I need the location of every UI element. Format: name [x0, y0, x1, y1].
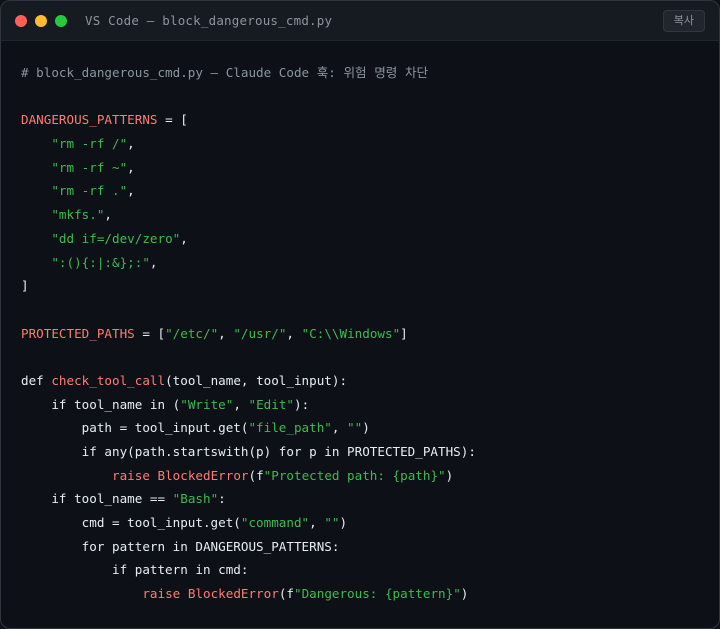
code-line: "rm -rf /", [21, 132, 476, 156]
window-title: VS Code — block_dangerous_cmd.py [85, 13, 333, 28]
code-token-default: , [149, 254, 158, 270]
close-window-dot[interactable] [15, 15, 27, 27]
maximize-window-dot[interactable] [55, 15, 67, 27]
code-token-default: (tool_name, tool_input): [165, 372, 348, 388]
code-line: ":(){:|:&};:", [21, 251, 476, 275]
code-token-default [21, 160, 51, 175]
code-token-default: : [218, 491, 226, 507]
code-line: ] [21, 274, 476, 298]
code-line: path = tool_input.get("file_path", "") [21, 416, 476, 440]
code-token-string: "Edit" [248, 396, 294, 412]
code-line: def check_tool_call(tool_name, tool_inpu… [21, 369, 476, 393]
code-token-default: (f [278, 586, 294, 602]
code-token-string: ":(){:|:&};:" [51, 254, 150, 270]
code-token-default [21, 207, 51, 222]
code-line: "rm -rf .", [21, 179, 476, 203]
code-token-default: ) [339, 515, 348, 531]
code-token-default: cmd = tool_input.get( [21, 515, 241, 531]
code-token-default: , [104, 207, 113, 223]
code-token-default: , [218, 325, 234, 341]
code-token-default: path = tool_input.get( [21, 420, 249, 436]
code-token-default: , [233, 396, 249, 412]
code-token-default [21, 136, 51, 151]
code-token-default: ) [362, 420, 370, 436]
code-token-default: if tool_name in ( [21, 396, 181, 412]
code-token-string: "dd if=/dev/zero" [51, 230, 181, 246]
code-token-string: "/etc/" [165, 325, 219, 341]
code-line: DANGEROUS_PATTERNS = [ [21, 108, 476, 132]
code-token-string: "" [324, 515, 340, 531]
code-token-default [21, 231, 51, 246]
code-token-default: ): [293, 396, 310, 412]
minimize-window-dot[interactable] [35, 15, 47, 27]
title-bar: VS Code — block_dangerous_cmd.py 복사 [1, 1, 719, 41]
code-token-default: , [286, 325, 302, 341]
code-token-default [21, 468, 112, 483]
code-token-string: "Bash" [172, 491, 219, 507]
code-line: if tool_name == "Bash": [21, 487, 476, 511]
code-line: raise BlockedError(f"Dangerous: {pattern… [21, 582, 476, 606]
code-token-default: , [180, 230, 188, 246]
editor-window: VS Code — block_dangerous_cmd.py 복사 # bl… [0, 0, 720, 629]
code-token-default: ) [445, 467, 454, 483]
code-token-default: def [21, 372, 52, 388]
code-token-string: "Dangerous: {pattern}" [293, 586, 461, 602]
code-token-string: "rm -rf /" [51, 136, 128, 152]
code-token-comment: # block_dangerous_cmd.py — Claude Code 훅… [21, 65, 429, 80]
code-token-string: "" [347, 420, 363, 436]
code-token-string: "/usr/" [233, 325, 287, 341]
code-token-string: "command" [240, 515, 310, 531]
code-token-string: "rm -rf ." [51, 183, 128, 199]
code-token-red: raise BlockedError [112, 467, 249, 483]
code-line: cmd = tool_input.get("command", "") [21, 511, 476, 535]
code-line: "mkfs.", [21, 203, 476, 227]
code-token-red: raise BlockedError [142, 586, 279, 602]
code-line: for pattern in DANGEROUS_PATTERNS: [21, 535, 476, 559]
code-token-default: , [127, 159, 135, 175]
code-line: "rm -rf ~", [21, 156, 476, 180]
code-token-string: "mkfs." [51, 207, 105, 223]
code-line: if any(path.startswith(p) for p in PROTE… [21, 440, 476, 464]
code-line: "dd if=/dev/zero", [21, 227, 476, 251]
code-line: raise BlockedError(f"Protected path: {pa… [21, 464, 476, 488]
code-token-string: "file_path" [248, 420, 332, 436]
code-token-default: (f [248, 467, 264, 483]
code-token-red: check_tool_call [51, 372, 166, 388]
code-token-default: if any(path.startswith(p) for p in PROTE… [21, 444, 476, 459]
code-token-red: DANGEROUS_PATTERNS [21, 112, 158, 128]
code-block[interactable]: # block_dangerous_cmd.py — Claude Code 훅… [21, 61, 476, 606]
code-token-red: PROTECTED_PATHS [21, 325, 135, 341]
code-token-default: ] [400, 325, 408, 341]
code-token-default: = [ [134, 325, 166, 341]
code-token-default: ) [460, 586, 469, 602]
code-token-default: , [331, 420, 348, 436]
copy-button[interactable]: 복사 [662, 10, 705, 32]
code-token-string: "Write" [180, 396, 234, 412]
code-line: # block_dangerous_cmd.py — Claude Code 훅… [21, 61, 476, 85]
code-line: if tool_name in ("Write", "Edit"): [21, 393, 476, 417]
code-token-default [21, 255, 51, 270]
code-token-default: if tool_name == [21, 491, 173, 507]
code-token-default: , [127, 183, 135, 199]
code-token-default: for pattern in DANGEROUS_PATTERNS: [21, 538, 340, 554]
code-token-default: , [309, 515, 325, 531]
code-line: PROTECTED_PATHS = ["/etc/", "/usr/", "C:… [21, 322, 476, 346]
code-token-default: , [127, 136, 135, 152]
code-token-default: if pattern in cmd: [21, 562, 249, 578]
code-token-default: ] [21, 278, 29, 294]
code-token-string: "Protected path: {path}" [263, 467, 446, 483]
code-token-string: "rm -rf ~" [51, 159, 128, 175]
code-token-default [21, 183, 51, 198]
code-token-default [21, 586, 142, 601]
code-token-default: = [ [157, 112, 188, 128]
code-line: if pattern in cmd: [21, 558, 476, 582]
code-token-string: "C:\\Windows" [301, 325, 401, 341]
